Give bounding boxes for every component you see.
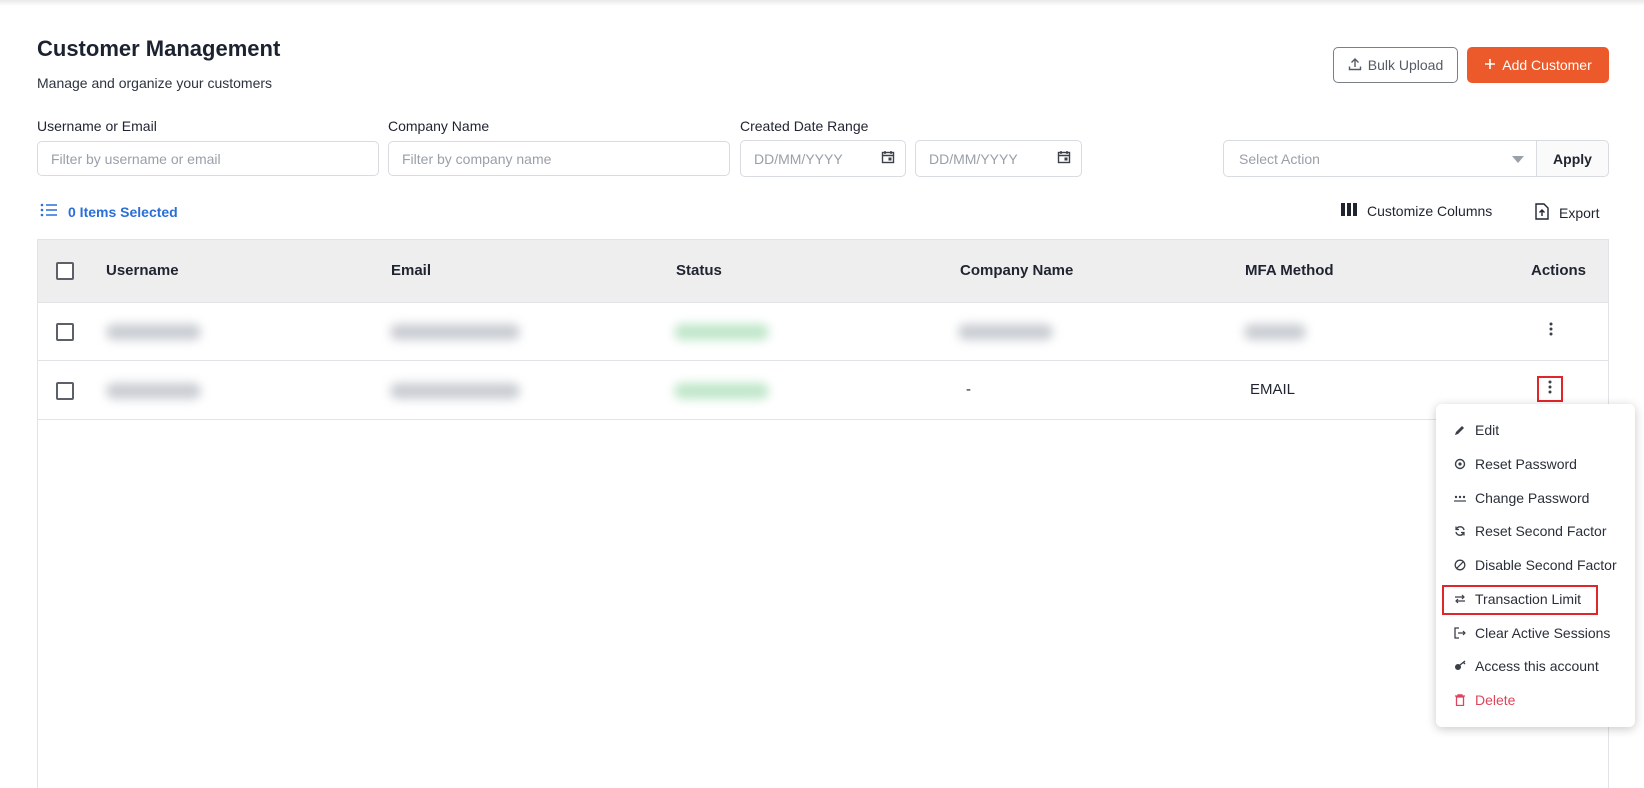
column-header[interactable]: Company Name (960, 262, 1073, 279)
company-filter-label: Company Name (388, 118, 490, 134)
redacted-username (106, 324, 201, 340)
password-dots-icon (1454, 492, 1466, 504)
company-filter-input[interactable]: Filter by company name (388, 141, 730, 176)
customize-columns-button[interactable]: Customize Columns (1341, 203, 1492, 219)
date-from-placeholder: DD/MM/YYYY (754, 150, 843, 167)
menu-item-access-account[interactable]: Access this account (1454, 655, 1599, 677)
trash-icon (1454, 694, 1466, 706)
redacted-company (958, 324, 1053, 340)
table-row[interactable] (38, 303, 1608, 361)
bulk-action-select[interactable]: Select Action (1223, 140, 1537, 177)
row-actions-menu: Edit Reset Password Change Password Rese… (1436, 404, 1635, 727)
customers-table: Username Email Status Company Name MFA M… (37, 239, 1609, 788)
company-cell: - (966, 381, 971, 398)
redacted-email (390, 324, 520, 340)
top-shadow (0, 0, 1644, 6)
access-key-icon (1454, 660, 1466, 672)
menu-item-label: Reset Password (1475, 456, 1577, 472)
menu-item-disable-second-factor[interactable]: Disable Second Factor (1454, 554, 1617, 576)
table-header: Username Email Status Company Name MFA M… (38, 240, 1608, 303)
export-label: Export (1559, 205, 1600, 221)
redacted-status (674, 383, 769, 399)
row-checkbox[interactable] (56, 323, 74, 341)
menu-item-reset-password[interactable]: Reset Password (1454, 453, 1577, 475)
upload-icon (1348, 57, 1362, 74)
date-from-input[interactable]: DD/MM/YYYY (740, 140, 906, 177)
file-export-icon (1535, 203, 1549, 223)
column-header[interactable]: Status (676, 262, 722, 279)
bulk-upload-label: Bulk Upload (1367, 57, 1444, 73)
username-filter-placeholder: Filter by username or email (51, 150, 221, 167)
export-button[interactable]: Export (1535, 203, 1599, 223)
refresh-icon (1454, 525, 1466, 537)
calendar-icon[interactable] (881, 150, 895, 167)
column-header[interactable]: Email (391, 262, 431, 279)
bulk-action-placeholder: Select Action (1239, 150, 1320, 167)
mfa-method-cell: EMAIL (1250, 381, 1296, 398)
plus-icon (1484, 57, 1496, 73)
date-to-placeholder: DD/MM/YYYY (929, 150, 1018, 167)
menu-item-change-password[interactable]: Change Password (1454, 487, 1589, 509)
reset-password-icon (1454, 458, 1466, 470)
username-filter-label: Username or Email (37, 118, 157, 134)
menu-item-edit[interactable]: Edit (1454, 419, 1499, 441)
menu-item-label: Change Password (1475, 490, 1590, 506)
column-header: Actions (1531, 262, 1587, 279)
list-icon (40, 203, 58, 220)
menu-item-reset-second-factor[interactable]: Reset Second Factor (1454, 520, 1607, 542)
menu-item-delete[interactable]: Delete (1454, 689, 1515, 711)
menu-item-label: Access this account (1475, 658, 1599, 674)
menu-item-label: Edit (1475, 422, 1500, 438)
column-header[interactable]: Username (106, 262, 179, 279)
redacted-status (674, 324, 769, 340)
date-range-label: Created Date Range (740, 118, 869, 134)
chevron-down-icon (1512, 156, 1524, 163)
disable-icon (1454, 559, 1466, 571)
menu-item-label: Delete (1475, 692, 1516, 708)
redacted-mfa (1244, 324, 1306, 340)
row-actions-button[interactable] (1537, 376, 1563, 402)
more-vertical-icon (1549, 322, 1553, 341)
company-filter-placeholder: Filter by company name (402, 150, 552, 167)
bulk-upload-button[interactable]: Bulk Upload (1333, 47, 1458, 83)
menu-item-label: Disable Second Factor (1475, 557, 1617, 573)
calendar-icon[interactable] (1057, 150, 1071, 167)
row-checkbox[interactable] (56, 382, 74, 400)
redacted-username (106, 383, 201, 399)
redacted-email (390, 383, 520, 399)
pencil-icon (1454, 424, 1466, 436)
row-actions-button[interactable] (1538, 318, 1564, 344)
columns-icon (1341, 203, 1357, 219)
add-customer-button[interactable]: Add Customer (1467, 47, 1609, 83)
menu-item-label: Reset Second Factor (1475, 523, 1607, 539)
apply-button[interactable]: Apply (1537, 140, 1609, 177)
username-filter-input[interactable]: Filter by username or email (37, 141, 379, 176)
items-selected-label: 0 Items Selected (68, 203, 178, 220)
add-customer-label: Add Customer (1502, 57, 1592, 73)
date-to-input[interactable]: DD/MM/YYYY (915, 140, 1082, 177)
customize-columns-label: Customize Columns (1367, 203, 1493, 219)
page-subtitle: Manage and organize your customers (37, 75, 273, 91)
more-vertical-icon (1548, 380, 1552, 399)
items-selected-toggle[interactable]: 0 Items Selected (40, 203, 178, 220)
column-header[interactable]: MFA Method (1245, 262, 1334, 279)
menu-item-clear-active-sessions[interactable]: Clear Active Sessions (1454, 622, 1610, 644)
page-title: Customer Management (37, 36, 281, 61)
transaction-limit-highlight (1442, 585, 1598, 615)
select-all-checkbox[interactable] (56, 262, 74, 280)
menu-item-label: Clear Active Sessions (1475, 625, 1611, 641)
logout-icon (1454, 627, 1466, 639)
table-row[interactable]: - EMAIL (38, 362, 1608, 420)
